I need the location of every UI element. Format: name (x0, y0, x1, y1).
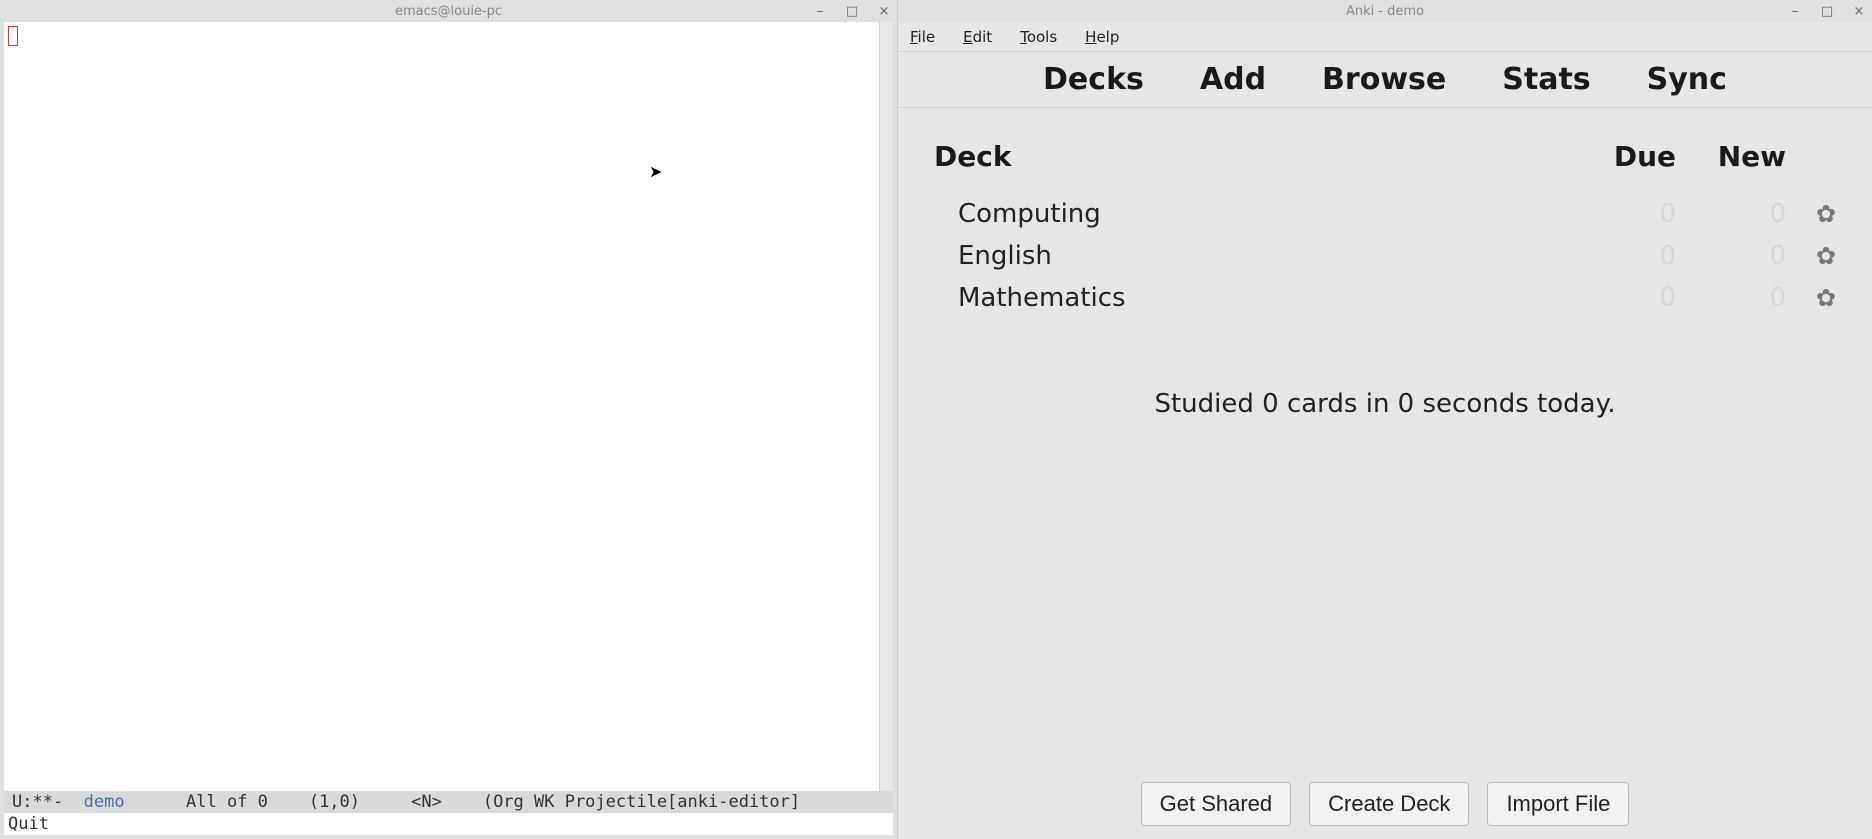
anki-toolbar: Decks Add Browse Stats Sync (898, 52, 1872, 108)
emacs-title: emacs@louie-pc (395, 4, 502, 19)
header-due: Due (1586, 140, 1676, 173)
menu-file[interactable]: File (910, 28, 935, 46)
deck-name[interactable]: Mathematics (934, 283, 1586, 313)
gear-icon[interactable]: ✿ (1786, 242, 1836, 270)
emacs-scrollbar[interactable] (879, 22, 893, 791)
maximize-icon[interactable]: □ (845, 4, 859, 19)
emacs-text-cursor (8, 26, 18, 46)
gear-icon[interactable]: ✿ (1786, 284, 1836, 312)
menu-edit[interactable]: Edit (963, 28, 992, 46)
toolbar-browse[interactable]: Browse (1322, 62, 1446, 97)
close-icon[interactable]: × (877, 4, 891, 19)
modeline-status: All of 0 (1,0) <N> (Org WK Projectile[an… (125, 792, 801, 812)
anki-menubar: File Edit Tools Help (898, 22, 1872, 52)
anki-titlebar: Anki - demo – □ × (898, 0, 1872, 22)
deck-row[interactable]: English 0 0 ✿ (934, 235, 1836, 277)
emacs-buffer[interactable]: ➤ (4, 22, 879, 791)
anki-window: Anki - demo – □ × File Edit Tools Help D… (898, 0, 1872, 839)
gear-icon[interactable]: ✿ (1786, 200, 1836, 228)
menu-file-rest: ile (918, 28, 936, 46)
deck-new-count: 0 (1676, 241, 1786, 271)
toolbar-add[interactable]: Add (1200, 62, 1266, 97)
anki-title: Anki - demo (1346, 4, 1424, 19)
anki-footer: Get Shared Create Deck Import File (898, 779, 1872, 839)
toolbar-stats[interactable]: Stats (1502, 62, 1590, 97)
anki-main: Deck Due New Computing 0 0 ✿ English 0 0… (898, 108, 1872, 779)
emacs-window-controls: – □ × (813, 4, 891, 19)
minibuffer-text: Quit (8, 814, 49, 834)
study-status: Studied 0 cards in 0 seconds today. (934, 389, 1836, 419)
create-deck-button[interactable]: Create Deck (1309, 782, 1469, 826)
emacs-window: emacs@louie-pc – □ × ➤ U:**- demo All of… (0, 0, 898, 839)
import-file-button[interactable]: Import File (1487, 782, 1629, 826)
minimize-icon[interactable]: – (1788, 4, 1802, 19)
toolbar-sync[interactable]: Sync (1647, 62, 1727, 97)
deck-list-header: Deck Due New (934, 132, 1836, 193)
emacs-body: ➤ (4, 22, 893, 791)
deck-due-count: 0 (1586, 199, 1676, 229)
emacs-minibuffer[interactable]: Quit (4, 813, 893, 835)
deck-new-count: 0 (1676, 283, 1786, 313)
modeline-buffer-name: demo (84, 792, 125, 812)
deck-name[interactable]: Computing (934, 199, 1586, 229)
modeline-prefix: U:**- (12, 792, 84, 812)
deck-new-count: 0 (1676, 199, 1786, 229)
deck-due-count: 0 (1586, 283, 1676, 313)
emacs-titlebar: emacs@louie-pc – □ × (0, 0, 897, 22)
maximize-icon[interactable]: □ (1820, 4, 1834, 19)
menu-tools-rest: ools (1027, 28, 1057, 46)
deck-due-count: 0 (1586, 241, 1676, 271)
get-shared-button[interactable]: Get Shared (1141, 782, 1292, 826)
deck-row[interactable]: Computing 0 0 ✿ (934, 193, 1836, 235)
emacs-modeline: U:**- demo All of 0 (1,0) <N> (Org WK Pr… (4, 791, 893, 813)
menu-tools[interactable]: Tools (1020, 28, 1057, 46)
close-icon[interactable]: × (1852, 4, 1866, 19)
minimize-icon[interactable]: – (813, 4, 827, 19)
header-deck: Deck (934, 140, 1586, 173)
menu-help-rest: elp (1096, 28, 1119, 46)
deck-row[interactable]: Mathematics 0 0 ✿ (934, 277, 1836, 319)
menu-help[interactable]: Help (1085, 28, 1119, 46)
menu-edit-rest: dit (973, 28, 993, 46)
mouse-pointer-icon: ➤ (649, 162, 662, 181)
header-new: New (1676, 140, 1786, 173)
toolbar-decks[interactable]: Decks (1043, 62, 1144, 97)
anki-window-controls: – □ × (1788, 4, 1866, 19)
deck-name[interactable]: English (934, 241, 1586, 271)
